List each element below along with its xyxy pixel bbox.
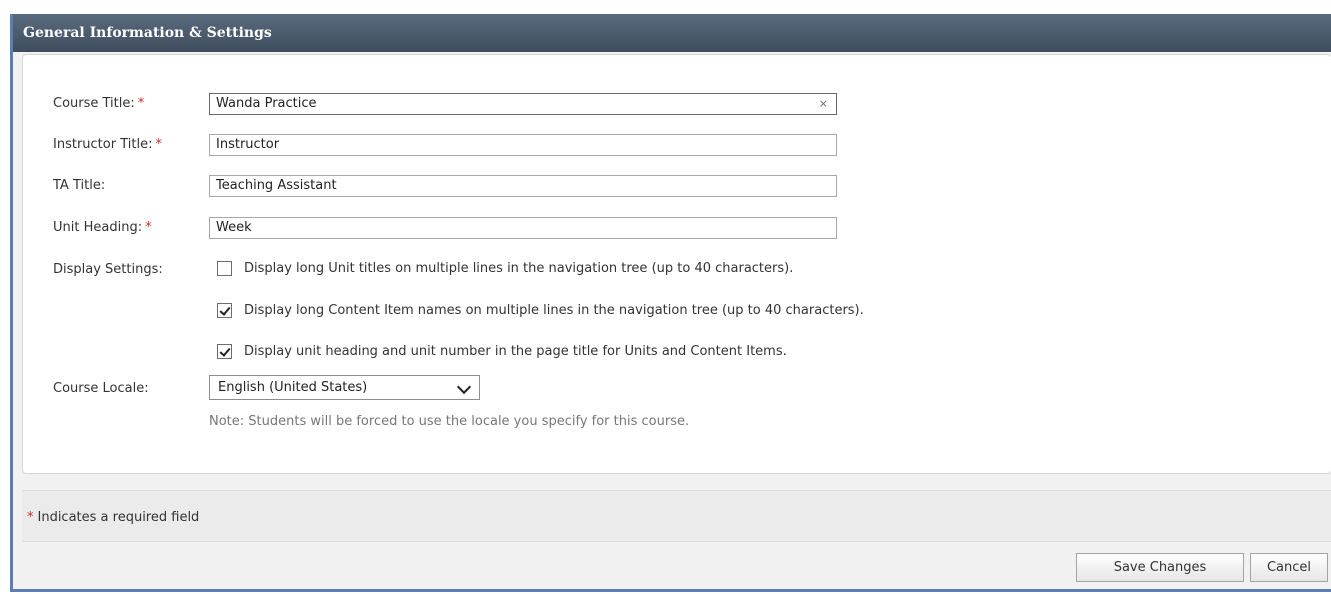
course-locale-value: English (United States) bbox=[218, 380, 368, 395]
required-field-bar bbox=[22, 490, 1331, 542]
course-title-label: Course Title: * bbox=[53, 96, 144, 111]
unit-titles-checkbox[interactable] bbox=[217, 261, 232, 276]
display-setting-page-title[interactable]: Display unit heading and unit number in … bbox=[217, 344, 787, 359]
display-settings-label: Display Settings: bbox=[53, 262, 163, 277]
unit-heading-input[interactable]: Week bbox=[209, 217, 837, 239]
ta-title-value: Teaching Assistant bbox=[216, 178, 337, 193]
page-title-text: Display unit heading and unit number in … bbox=[244, 344, 787, 359]
unit-heading-label-text: Unit Heading: bbox=[53, 220, 143, 235]
instructor-title-value: Instructor bbox=[216, 137, 280, 152]
unit-titles-text: Display long Unit titles on multiple lin… bbox=[244, 261, 794, 276]
required-mark: * bbox=[155, 137, 162, 152]
content-names-text: Display long Content Item names on multi… bbox=[244, 303, 864, 318]
save-changes-button[interactable]: Save Changes bbox=[1076, 553, 1244, 582]
unit-heading-label: Unit Heading: * bbox=[53, 220, 152, 235]
course-title-label-text: Course Title: bbox=[53, 96, 135, 111]
page-title-checkbox[interactable] bbox=[217, 344, 232, 359]
required-mark: * bbox=[27, 510, 34, 525]
display-setting-content-names[interactable]: Display long Content Item names on multi… bbox=[217, 303, 864, 318]
locale-note: Note: Students will be forced to use the… bbox=[209, 414, 690, 429]
instructor-title-label: Instructor Title: * bbox=[53, 137, 162, 152]
content-names-checkbox[interactable] bbox=[217, 303, 232, 318]
window-title: General Information & Settings bbox=[13, 14, 1331, 52]
unit-heading-value: Week bbox=[216, 220, 252, 235]
required-note-text: Indicates a required field bbox=[37, 510, 200, 525]
required-mark: * bbox=[145, 220, 152, 235]
instructor-title-label-text: Instructor Title: bbox=[53, 137, 153, 152]
clear-icon[interactable]: × bbox=[819, 94, 828, 114]
cancel-button[interactable]: Cancel bbox=[1250, 553, 1328, 582]
required-field-note: * Indicates a required field bbox=[27, 510, 199, 525]
chevron-down-icon bbox=[456, 379, 472, 395]
course-title-input[interactable]: Wanda Practice × bbox=[209, 93, 837, 115]
required-mark: * bbox=[137, 96, 145, 111]
ta-title-input[interactable]: Teaching Assistant bbox=[209, 175, 837, 197]
course-locale-select[interactable]: English (United States) bbox=[209, 375, 480, 400]
course-title-value: Wanda Practice bbox=[216, 96, 317, 111]
instructor-title-input[interactable]: Instructor bbox=[209, 134, 837, 156]
course-locale-label: Course Locale: bbox=[53, 381, 149, 396]
display-setting-unit-titles[interactable]: Display long Unit titles on multiple lin… bbox=[217, 261, 793, 276]
ta-title-label: TA Title: bbox=[53, 178, 106, 193]
